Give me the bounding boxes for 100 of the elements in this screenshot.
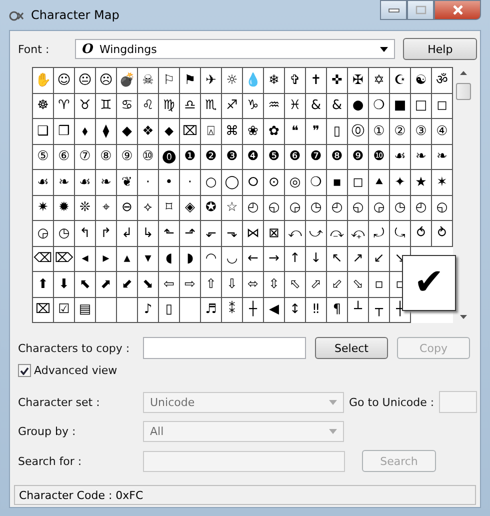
character-cell[interactable]: ● [348,94,369,119]
character-cell[interactable]: ⤻ [306,221,327,246]
character-cell[interactable]: ⬆ [33,272,54,298]
character-cell[interactable]: ॐ [432,68,453,94]
character-cell[interactable]: ♐ [222,94,243,119]
character-cell[interactable]: ⊖ [117,196,138,221]
character-cell[interactable]: ⬏ [180,221,201,246]
character-cell[interactable]: ❼ [306,144,327,170]
character-cell[interactable]: ⇩ [222,272,243,298]
character-cell[interactable]: ❊ [75,196,96,221]
character-cell[interactable]: ✹ [54,196,75,221]
character-cell[interactable]: ❀ [243,119,264,144]
help-button[interactable]: Help [403,38,478,60]
character-cell[interactable]: ★ [411,170,432,196]
character-cell[interactable]: ✪ [201,196,222,221]
character-cell[interactable]: ◎ [285,170,306,196]
character-cell[interactable]: ⇦ [159,272,180,298]
character-cell[interactable]: ◀ [264,298,285,323]
character-cell[interactable]: & [327,94,348,119]
character-cell[interactable]: ┬ [369,298,390,323]
character-cell[interactable]: ⬥ [159,119,180,144]
character-cell[interactable]: ◠ [201,246,222,272]
character-cell[interactable]: ❧ [96,170,117,196]
character-cell[interactable]: ❽ [327,144,348,170]
character-cell[interactable]: ▪ [327,170,348,196]
character-cell[interactable]: ✿ [264,119,285,144]
character-cell[interactable]: ☯ [411,68,432,94]
character-cell[interactable]: ⚐ [159,68,180,94]
character-cell[interactable]: ↲ [117,221,138,246]
character-cell[interactable]: ← [243,246,264,272]
character-cell[interactable]: ❷ [201,144,222,170]
character-cell[interactable]: ⇨ [180,272,201,298]
character-cell[interactable]: ⇳ [264,272,285,298]
character-cell[interactable]: ⁑ [222,298,243,323]
character-cell[interactable]: ◶ [33,221,54,246]
character-cell[interactable]: ⬂ [348,272,369,298]
character-cell[interactable]: ⬋ [117,272,138,298]
character-cell[interactable]: ③ [411,119,432,144]
character-cell[interactable]: ▾ [138,246,159,272]
font-dropdown[interactable]: O Wingdings [75,39,396,59]
character-cell[interactable]: ▫ [369,272,390,298]
character-cell[interactable]: ❻ [285,144,306,170]
character-cell[interactable]: ☺ [54,68,75,94]
character-cell[interactable]: ⤺ [285,221,306,246]
character-cell[interactable]: ⌘ [222,119,243,144]
character-cell[interactable]: ✈ [201,68,222,94]
character-cell[interactable]: ◶ [369,196,390,221]
character-cell[interactable]: ♏ [201,94,222,119]
character-cell[interactable]: ▴ [117,246,138,272]
character-cell[interactable]: ⯅ [369,170,390,196]
character-cell[interactable]: ↱ [96,221,117,246]
character-cell[interactable]: ☙ [390,144,411,170]
character-cell[interactable]: ⬈ [96,272,117,298]
character-cell[interactable]: ☆ [222,196,243,221]
character-cell[interactable]: ↰ [75,221,96,246]
character-cell[interactable]: ♍ [159,94,180,119]
character-cell[interactable]: ◯ [222,170,243,196]
character-cell[interactable]: ♉ [75,94,96,119]
character-cell[interactable]: ▯ [159,298,180,323]
character-cell[interactable]: ⧫ [96,119,117,144]
character-cell[interactable]: ⇧ [201,272,222,298]
character-cell[interactable]: ⬉ [75,272,96,298]
character-cell[interactable]: ⓪ [348,119,369,144]
character-cell[interactable]: ↗ [348,246,369,272]
character-cell[interactable]: ✜ [327,68,348,94]
character-cell[interactable]: ⌧ [33,298,54,323]
character-cell[interactable]: ⬁ [285,272,306,298]
character-cell[interactable]: ❞ [306,119,327,144]
character-cell[interactable]: ♓ [285,94,306,119]
empty-cell[interactable] [180,298,201,323]
character-cell[interactable]: ⓿ [159,144,180,170]
character-cell[interactable]: ❸ [222,144,243,170]
character-cell[interactable]: ☸ [33,94,54,119]
empty-cell[interactable] [117,298,138,323]
select-button[interactable]: Select [315,337,388,359]
character-cell[interactable]: ¶ [327,298,348,323]
character-cell[interactable]: ❑ [33,119,54,144]
character-cell[interactable]: • [159,170,180,196]
character-cell[interactable]: ◵ [432,196,453,221]
character-cell[interactable]: ♑ [243,94,264,119]
character-cell[interactable]: ☼ [222,68,243,94]
advanced-view-checkbox[interactable] [18,364,31,377]
character-cell[interactable]: ◷ [306,196,327,221]
character-cell[interactable]: ♌ [138,94,159,119]
character-cell[interactable]: ⌦ [54,246,75,272]
characters-field[interactable] [143,337,306,359]
character-cell[interactable]: ◴ [327,196,348,221]
character-cell[interactable]: ✠ [348,68,369,94]
character-cell[interactable]: ◖ [159,246,180,272]
character-cell[interactable]: ⍓ [201,119,222,144]
character-cell[interactable]: ⤾ [369,221,390,246]
character-cell[interactable]: □ [411,94,432,119]
character-cell[interactable]: ✦ [390,170,411,196]
minimize-button[interactable] [380,0,407,20]
character-cell[interactable]: ⬄ [243,272,264,298]
character-cell[interactable]: ❄ [264,68,285,94]
character-cell[interactable]: ◵ [348,196,369,221]
character-cell[interactable]: ② [390,119,411,144]
character-cell[interactable]: 😐 [75,68,96,94]
character-cell[interactable]: ⑧ [96,144,117,170]
